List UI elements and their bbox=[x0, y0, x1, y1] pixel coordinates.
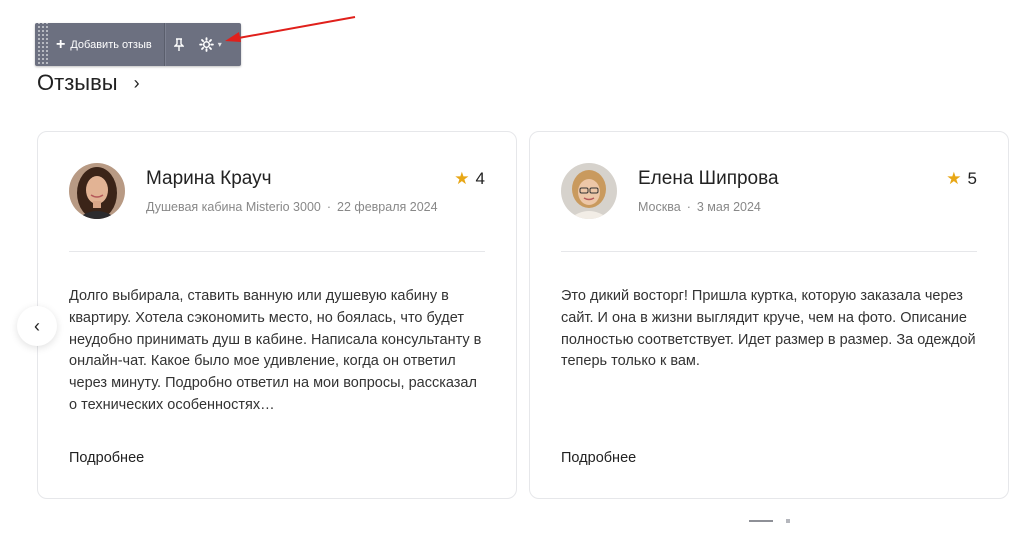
review-product: Душевая кабина Misterio 3000 bbox=[146, 200, 321, 214]
slider-pagination bbox=[749, 519, 790, 523]
card-divider bbox=[561, 251, 977, 252]
add-review-label: Добавить отзыв bbox=[70, 38, 152, 51]
meta-separator: · bbox=[686, 200, 691, 214]
card-divider bbox=[69, 251, 485, 252]
pin-button[interactable] bbox=[165, 23, 193, 66]
star-icon: ★ bbox=[946, 169, 962, 188]
annotation-arrow bbox=[225, 16, 356, 42]
review-author: Марина Крауч bbox=[146, 168, 272, 189]
read-more-link[interactable]: Подробнее bbox=[69, 450, 144, 466]
pagination-dot-active[interactable] bbox=[749, 520, 773, 522]
rating-value: 4 bbox=[475, 169, 485, 188]
avatar bbox=[69, 163, 125, 219]
slider-prev-button[interactable]: ‹ bbox=[17, 306, 57, 346]
page: + Добавить отзыв ▾ Отзывы › Марина Крауч… bbox=[0, 0, 1019, 554]
section-header: Отзывы › bbox=[37, 70, 140, 96]
plus-icon: + bbox=[56, 35, 66, 53]
rating-value: 5 bbox=[967, 169, 977, 188]
review-text: Долго выбирала, ставить ванную или душев… bbox=[69, 288, 482, 413]
add-review-button[interactable]: + Добавить отзыв bbox=[48, 23, 164, 66]
review-rating: ★ 4 bbox=[454, 169, 485, 189]
chevron-down-icon: ▾ bbox=[217, 40, 222, 49]
review-date: 3 мая 2024 bbox=[696, 200, 761, 214]
review-rating: ★ 5 bbox=[946, 169, 977, 189]
review-date: 22 февраля 2024 bbox=[337, 200, 438, 214]
gear-icon bbox=[198, 37, 214, 52]
chevron-right-icon[interactable]: › bbox=[134, 73, 140, 94]
review-location: Москва bbox=[638, 200, 681, 214]
read-more-link[interactable]: Подробнее bbox=[561, 450, 636, 466]
admin-toolbar: + Добавить отзыв ▾ bbox=[35, 23, 241, 66]
page-title: Отзывы bbox=[37, 70, 118, 95]
review-card: Елена Шипрова Москва · 3 мая 2024 ★ 5 Это … bbox=[529, 131, 1009, 499]
review-meta: Москва · 3 мая 2024 bbox=[638, 200, 761, 214]
review-text: Это дикий восторг! Пришла куртка, котору… bbox=[561, 288, 976, 370]
review-author: Елена Шипрова bbox=[638, 168, 779, 189]
meta-separator: · bbox=[326, 200, 332, 214]
settings-button[interactable]: ▾ bbox=[193, 23, 222, 66]
review-card: Марина Крауч Душевая кабина Misterio 300… bbox=[37, 131, 517, 499]
avatar bbox=[561, 163, 617, 219]
drag-handle[interactable] bbox=[38, 23, 48, 66]
chevron-left-icon: ‹ bbox=[34, 315, 40, 336]
review-meta: Душевая кабина Misterio 3000 · 22 февраля … bbox=[146, 200, 438, 214]
pin-icon bbox=[173, 37, 184, 51]
pagination-dot[interactable] bbox=[786, 519, 790, 523]
star-icon: ★ bbox=[454, 169, 470, 188]
